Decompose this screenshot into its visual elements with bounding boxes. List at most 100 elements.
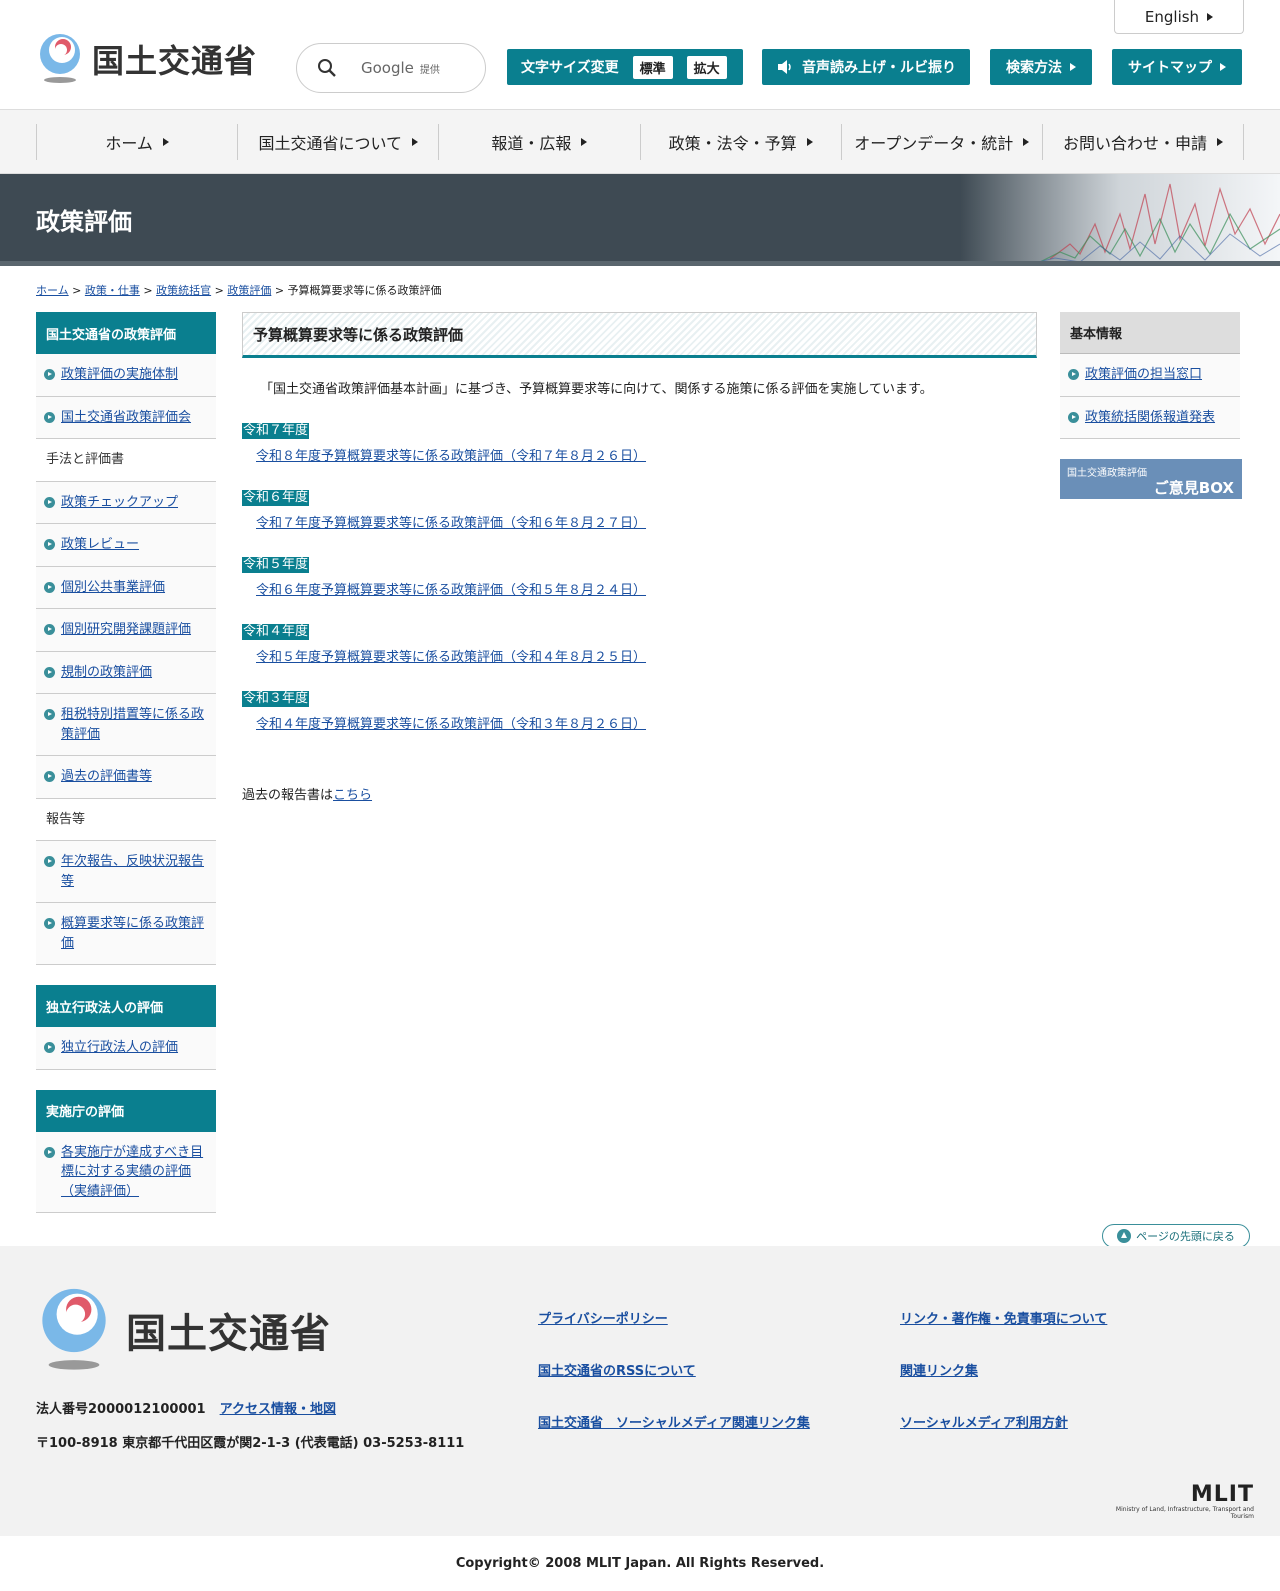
sidebar-link[interactable]: 年次報告、反映状況報告等 (61, 852, 208, 891)
year-label: 令和７年度 (242, 423, 310, 439)
sidebar-link[interactable]: 政策評価の担当窓口 (1085, 365, 1202, 385)
banner-chart-decoration (960, 174, 1280, 261)
google-provided-label: 提供 (419, 64, 440, 76)
sidebar-link[interactable]: 政策評価の実施体制 (61, 365, 178, 385)
evaluation-link[interactable]: 令和５年度予算概算要求等に係る政策評価（令和４年８月２５日） (256, 646, 1037, 665)
sidebar-item-past[interactable]: 過去の評価書等 (36, 756, 216, 799)
site-logo[interactable]: 国土交通省 (36, 34, 257, 84)
sidebar-item-checkup[interactable]: 政策チェックアップ (36, 481, 216, 524)
sidebar-link[interactable]: 政策チェックアップ (61, 493, 178, 513)
sidebar-link[interactable]: 政策統括関係報道発表 (1085, 408, 1215, 428)
year-label: 令和３年度 (242, 691, 310, 707)
sidebar-link[interactable]: 政策レビュー (61, 535, 139, 555)
gnav-home[interactable]: ホーム (36, 124, 237, 160)
sidebar-heading-mlit-evaluation: 国土交通省の政策評価 (36, 312, 216, 354)
evaluation-link[interactable]: 令和４年度予算概算要求等に係る政策評価（令和３年８月２６日） (256, 713, 1037, 732)
chevron-circle-icon (44, 918, 55, 929)
chevron-circle-icon (44, 856, 55, 867)
sidebar-item-budget[interactable]: 概算要求等に係る政策評価 (36, 903, 216, 965)
gnav-opendata[interactable]: オープンデータ・統計 (840, 124, 1042, 160)
sidebar-item-implementation[interactable]: 政策評価の実施体制 (36, 354, 216, 397)
sidebar-item-tax[interactable]: 租税特別措置等に係る政策評価 (36, 694, 216, 756)
sidebar-item-review[interactable]: 政策レビュー (36, 524, 216, 567)
site-header: 国土交通省 Google 提供 English 文字サイズ変更 標準 拡大 音声… (0, 0, 1280, 110)
english-button[interactable]: English (1114, 0, 1244, 34)
mlit-wordmark-subtitle: Ministry of Land, Infrastructure, Transp… (1115, 1506, 1254, 1520)
search-input[interactable]: Google 提供 (296, 43, 486, 93)
google-label: Google (361, 59, 414, 77)
address: 〒100-8918 東京都千代田区霞が関2-1-3 (代表電話) 03-5253… (36, 1436, 465, 1451)
sidebar-link[interactable]: 各実施庁が達成すべき目標に対する実績の評価（実績評価） (61, 1143, 208, 1202)
back-to-top-label: ページの先頭に戻る (1136, 1230, 1235, 1243)
font-size-standard-button[interactable]: 標準 (632, 55, 673, 79)
past-reports-link[interactable]: こちら (333, 788, 372, 803)
sidebar-item-press-release[interactable]: 政策統括関係報道発表 (1060, 396, 1240, 439)
sidebar-item-agency-eval[interactable]: 独立行政法人の評価 (36, 1027, 216, 1070)
sidebar-item-council[interactable]: 国土交通省政策評価会 (36, 396, 216, 439)
global-nav: ホーム 国土交通省について 報道・広報 政策・法令・予算 オープンデータ・統計 … (0, 110, 1280, 174)
sidebar-link[interactable]: 個別公共事業評価 (61, 578, 165, 598)
breadcrumb: ホーム > 政策・仕事 > 政策統括官 > 政策評価 > 予算概算要求等に係る政… (36, 284, 442, 297)
related-links-link[interactable]: 関連リンク集 (900, 1360, 978, 1379)
opinion-box-large-text: ご意見BOX (1153, 479, 1234, 497)
gnav-press[interactable]: 報道・広報 (438, 124, 639, 160)
access-map-link[interactable]: アクセス情報・地図 (220, 1402, 336, 1417)
breadcrumb-policy-evaluation[interactable]: 政策評価 (227, 284, 271, 297)
year-label: 令和４年度 (242, 624, 310, 640)
social-media-policy-link[interactable]: ソーシャルメディア利用方針 (900, 1412, 1068, 1431)
page-title: 政策評価 (36, 208, 132, 236)
logo-text: 国土交通省 (92, 42, 258, 80)
main-content: 予算概算要求等に係る政策評価 「国土交通省政策評価基本計画」に基づき、予算概算要… (242, 312, 1037, 803)
sidebar-item-annual[interactable]: 年次報告、反映状況報告等 (36, 841, 216, 903)
chevron-right-icon (162, 138, 169, 146)
evaluation-link[interactable]: 令和６年度予算概算要求等に係る政策評価（令和５年８月２４日） (256, 579, 1037, 598)
chevron-circle-icon (44, 581, 55, 593)
voice-reading-label: 音声読み上げ・ルビ振り (802, 60, 956, 76)
sidebar-link[interactable]: 租税特別措置等に係る政策評価 (61, 705, 208, 744)
gnav-about[interactable]: 国土交通省について (237, 124, 438, 160)
sidebar-item-contact-window[interactable]: 政策評価の担当窓口 (1060, 354, 1240, 397)
rss-link[interactable]: 国土交通省のRSSについて (538, 1360, 696, 1379)
footer-logo[interactable]: 国土交通省 (36, 1288, 331, 1372)
corporate-number: 法人番号2000012100001 アクセス情報・地図 (36, 1398, 336, 1417)
gnav-contact[interactable]: お問い合わせ・申請 (1041, 124, 1245, 160)
breadcrumb-policy-director[interactable]: 政策統括官 (156, 284, 211, 297)
sidebar-item-regulation[interactable]: 規制の政策評価 (36, 651, 216, 694)
sidebar-link[interactable]: 個別研究開発課題評価 (61, 620, 191, 640)
sidebar-item-performance[interactable]: 各実施庁が達成すべき目標に対する実績の評価（実績評価） (36, 1131, 216, 1213)
chevron-right-icon (806, 138, 813, 146)
chevron-right-icon (412, 138, 419, 146)
sidebar-link[interactable]: 過去の評価書等 (61, 767, 152, 787)
sidebar-item-research[interactable]: 個別研究開発課題評価 (36, 609, 216, 652)
gnav-label: お問い合わせ・申請 (1062, 134, 1207, 153)
font-size-large-button[interactable]: 拡大 (686, 55, 727, 79)
intro-text: 「国土交通省政策評価基本計画」に基づき、予算概算要求等に向けて、関係する施策に係… (260, 382, 933, 397)
social-media-links-link[interactable]: 国土交通省 ソーシャルメディア関連リンク集 (538, 1412, 810, 1431)
sidebar-link[interactable]: 概算要求等に係る政策評価 (61, 914, 208, 953)
year-label: 令和６年度 (242, 490, 310, 506)
gnav-label: オープンデータ・統計 (854, 134, 1014, 153)
footer-logo-text: 国土交通省 (126, 1311, 331, 1357)
evaluation-link[interactable]: 令和７年度予算概算要求等に係る政策評価（令和６年８月２７日） (256, 512, 1037, 531)
sidebar-link[interactable]: 規制の政策評価 (61, 663, 152, 683)
back-to-top-button[interactable]: ページの先頭に戻る (1102, 1224, 1250, 1248)
voice-reading-button[interactable]: 音声読み上げ・ルビ振り (762, 49, 970, 85)
evaluation-link[interactable]: 令和８年度予算概算要求等に係る政策評価（令和７年８月２６日） (256, 445, 1037, 464)
past-reports: 過去の報告書はこちら (242, 784, 1037, 803)
breadcrumb-policy-work[interactable]: 政策・仕事 (85, 284, 140, 297)
opinion-box-small-text: 国土交通政策評価 (1067, 468, 1147, 479)
sidebar-subheading-reports: 報告等 (36, 798, 216, 841)
sidebar-item-public-works[interactable]: 個別公共事業評価 (36, 566, 216, 609)
copyright: Copyright© 2008 MLIT Japan. All Rights R… (455, 1556, 825, 1571)
gnav-policy[interactable]: 政策・法令・予算 (639, 124, 841, 160)
year-block: 令和７年度 令和８年度予算概算要求等に係る政策評価（令和７年８月２６日） (242, 419, 1037, 464)
sidebar-link[interactable]: 独立行政法人の評価 (61, 1038, 178, 1058)
sidebar-link[interactable]: 国土交通省政策評価会 (61, 408, 191, 428)
opinion-box-banner[interactable]: 国土交通政策評価 ご意見BOX (1060, 459, 1242, 499)
copyright-disclaimer-link[interactable]: リンク・著作権・免責事項について (900, 1308, 1107, 1327)
search-method-button[interactable]: 検索方法 (990, 49, 1092, 85)
breadcrumb-home[interactable]: ホーム (36, 284, 69, 297)
past-reports-text: 過去の報告書は (242, 788, 334, 803)
privacy-policy-link[interactable]: プライバシーポリシー (538, 1308, 668, 1327)
sitemap-button[interactable]: サイトマップ (1112, 49, 1242, 85)
